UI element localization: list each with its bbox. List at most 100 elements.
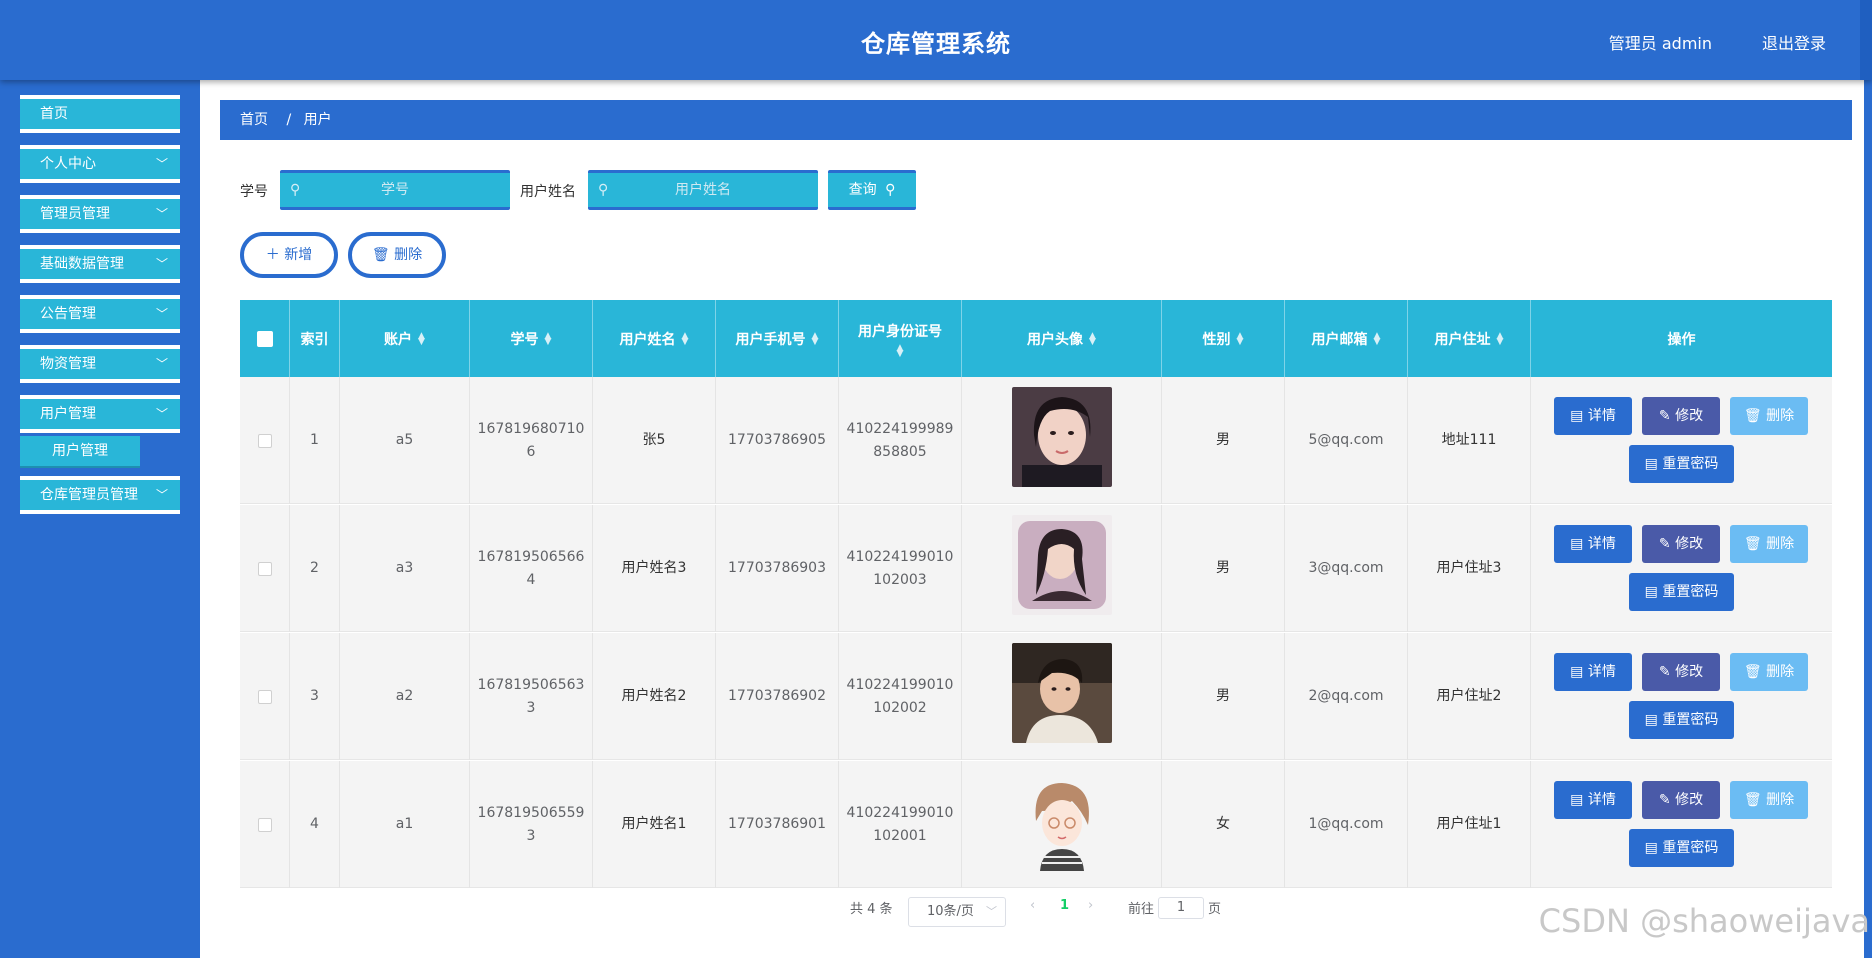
row-checkbox[interactable] xyxy=(257,561,272,576)
delete-button[interactable]: 🗑 删除 xyxy=(1730,397,1808,435)
breadcrumb-separator: / xyxy=(286,112,292,128)
cell-idcard: 410224199010 102003 xyxy=(839,505,962,632)
cell-email: 5@qq.com xyxy=(1285,377,1408,504)
page-number-current[interactable]: 1 xyxy=(1060,898,1069,913)
pencil-icon: ✎ xyxy=(1658,536,1671,552)
col-address[interactable]: 用户住址 ▲ ▼ xyxy=(1408,300,1531,377)
sidebar-item-admin-management[interactable]: 管理员管理 ﹀ xyxy=(20,195,180,233)
student-id-label: 学号 xyxy=(240,184,268,200)
next-page-button[interactable]: › xyxy=(1088,898,1093,913)
trash-icon: 🗑 xyxy=(1743,536,1762,552)
detail-button[interactable]: ▤ 详情 xyxy=(1554,525,1632,563)
breadcrumb-current: 用户 xyxy=(303,112,332,128)
breadcrumb-home[interactable]: 首页 xyxy=(240,112,268,128)
sidebar-item-label: 个人中心 xyxy=(40,156,96,172)
right-edge-strip xyxy=(1864,80,1872,958)
sidebar-item-basic-data[interactable]: 基础数据管理 ﹀ xyxy=(20,245,180,283)
detail-button[interactable]: ▤ 详情 xyxy=(1554,781,1632,819)
sort-icon[interactable]: ▲ ▼ xyxy=(545,331,552,346)
col-phone[interactable]: 用户手机号 ▲ ▼ xyxy=(716,300,839,377)
cell-email: 1@qq.com xyxy=(1285,761,1408,888)
delete-button[interactable]: 🗑 删除 xyxy=(1730,525,1808,563)
cell-gender: 男 xyxy=(1162,377,1285,504)
sidebar-subitem-label: 用户管理 xyxy=(52,443,108,459)
col-gender[interactable]: 性别 ▲ ▼ xyxy=(1162,300,1285,377)
col-student-id[interactable]: 学号 ▲ ▼ xyxy=(470,300,593,377)
query-button-label: 查询 xyxy=(848,182,877,198)
reset-password-button[interactable]: ▤ 重置密码 xyxy=(1629,829,1734,867)
name-label: 用户姓名 xyxy=(520,184,576,200)
query-button[interactable]: 查询 ⚲ xyxy=(828,170,916,210)
prev-page-button[interactable]: ‹ xyxy=(1030,898,1035,913)
edit-button[interactable]: ✎ 修改 xyxy=(1642,397,1720,435)
sidebar-item-warehouse-admin[interactable]: 仓库管理员管理 ﹀ xyxy=(20,476,180,514)
table-row: 2 a3 167819506566 4 用户姓名3 17703786903 410… xyxy=(240,505,1832,632)
avatar[interactable] xyxy=(1011,642,1112,751)
cell-address: 用户住址2 xyxy=(1408,633,1531,760)
delete-button[interactable]: 🗑 删除 xyxy=(1730,781,1808,819)
col-account[interactable]: 账户 ▲ ▼ xyxy=(340,300,470,377)
sidebar-subitem-user-management[interactable]: 用户管理 xyxy=(20,436,140,468)
add-button[interactable]: ＋ 新增 xyxy=(240,232,338,278)
sidebar-item-user-management[interactable]: 用户管理 ﹀ xyxy=(20,395,180,433)
batch-delete-button[interactable]: 🗑 删除 xyxy=(348,232,446,278)
logout-link[interactable]: 退出登录 xyxy=(1762,30,1826,54)
col-idcard[interactable]: 用户身份证号 ▲ ▼ xyxy=(839,300,962,377)
detail-button[interactable]: ▤ 详情 xyxy=(1554,653,1632,691)
delete-button[interactable]: 🗑 删除 xyxy=(1730,653,1808,691)
row-checkbox[interactable] xyxy=(257,433,272,448)
col-avatar[interactable]: 用户头像 ▲ ▼ xyxy=(962,300,1162,377)
cell-idcard: 410224199989 858805 xyxy=(839,377,962,504)
sidebar-item-personal-center[interactable]: 个人中心 ﹀ xyxy=(20,145,180,183)
reset-password-button[interactable]: ▤ 重置密码 xyxy=(1629,445,1734,483)
cell-gender: 女 xyxy=(1162,761,1285,888)
detail-button[interactable]: ▤ 详情 xyxy=(1554,397,1632,435)
sort-icon[interactable]: ▲ ▼ xyxy=(1374,331,1381,346)
top-header: 仓库管理系统 管理员 admin 退出登录 xyxy=(0,0,1872,80)
sort-icon[interactable]: ▲ ▼ xyxy=(418,331,425,346)
name-input[interactable]: ⚲ 用户姓名 xyxy=(588,170,818,210)
cell-account: a5 xyxy=(340,377,470,504)
row-checkbox[interactable] xyxy=(257,817,272,832)
document-icon: ▤ xyxy=(1570,664,1584,680)
reset-password-button[interactable]: ▤ 重置密码 xyxy=(1629,573,1734,611)
cell-account: a3 xyxy=(340,505,470,632)
sort-icon[interactable]: ▲ ▼ xyxy=(1089,331,1096,346)
sort-icon[interactable]: ▲ ▼ xyxy=(1497,331,1504,346)
cell-index: 2 xyxy=(290,505,340,632)
row-checkbox[interactable] xyxy=(257,689,272,704)
edit-button[interactable]: ✎ 修改 xyxy=(1642,525,1720,563)
sort-icon[interactable]: ▲ ▼ xyxy=(812,331,819,346)
sidebar-item-label: 仓库管理员管理 xyxy=(40,487,138,503)
row-select-cell xyxy=(240,377,290,504)
select-all-checkbox[interactable] xyxy=(256,330,273,347)
col-name[interactable]: 用户姓名 ▲ ▼ xyxy=(593,300,716,377)
cell-index: 4 xyxy=(290,761,340,888)
edit-button[interactable]: ✎ 修改 xyxy=(1642,781,1720,819)
sidebar-item-label: 基础数据管理 xyxy=(40,256,124,272)
sort-icon[interactable]: ▲ ▼ xyxy=(682,331,689,346)
sidebar-item-materials[interactable]: 物资管理 ﹀ xyxy=(20,345,180,383)
sidebar-item-home[interactable]: 首页 xyxy=(20,95,180,133)
cell-name: 用户姓名1 xyxy=(593,761,716,888)
sidebar-item-label: 首页 xyxy=(40,106,68,122)
goto-page-input[interactable]: 1 xyxy=(1158,897,1204,919)
sort-icon[interactable]: ▲ ▼ xyxy=(1237,331,1244,346)
cell-name: 张5 xyxy=(593,377,716,504)
chevron-down-icon: ﹀ xyxy=(155,407,168,421)
cell-avatar xyxy=(962,633,1162,760)
edit-button[interactable]: ✎ 修改 xyxy=(1642,653,1720,691)
avatar[interactable] xyxy=(1011,770,1112,879)
sort-icon[interactable]: ▲ ▼ xyxy=(897,343,904,358)
avatar[interactable] xyxy=(1011,514,1112,623)
student-id-input[interactable]: ⚲ 学号 xyxy=(280,170,510,210)
document-icon: ▤ xyxy=(1570,536,1584,552)
avatar[interactable] xyxy=(1011,386,1112,495)
col-email[interactable]: 用户邮箱 ▲ ▼ xyxy=(1285,300,1408,377)
chevron-down-icon: ﹀ xyxy=(155,488,168,502)
cell-phone: 17703786905 xyxy=(716,377,839,504)
sidebar-item-notice[interactable]: 公告管理 ﹀ xyxy=(20,295,180,333)
cell-student-id: 167819506566 4 xyxy=(470,505,593,632)
page-size-select[interactable]: 10条/页 ﹀ xyxy=(908,897,1006,927)
reset-password-button[interactable]: ▤ 重置密码 xyxy=(1629,701,1734,739)
